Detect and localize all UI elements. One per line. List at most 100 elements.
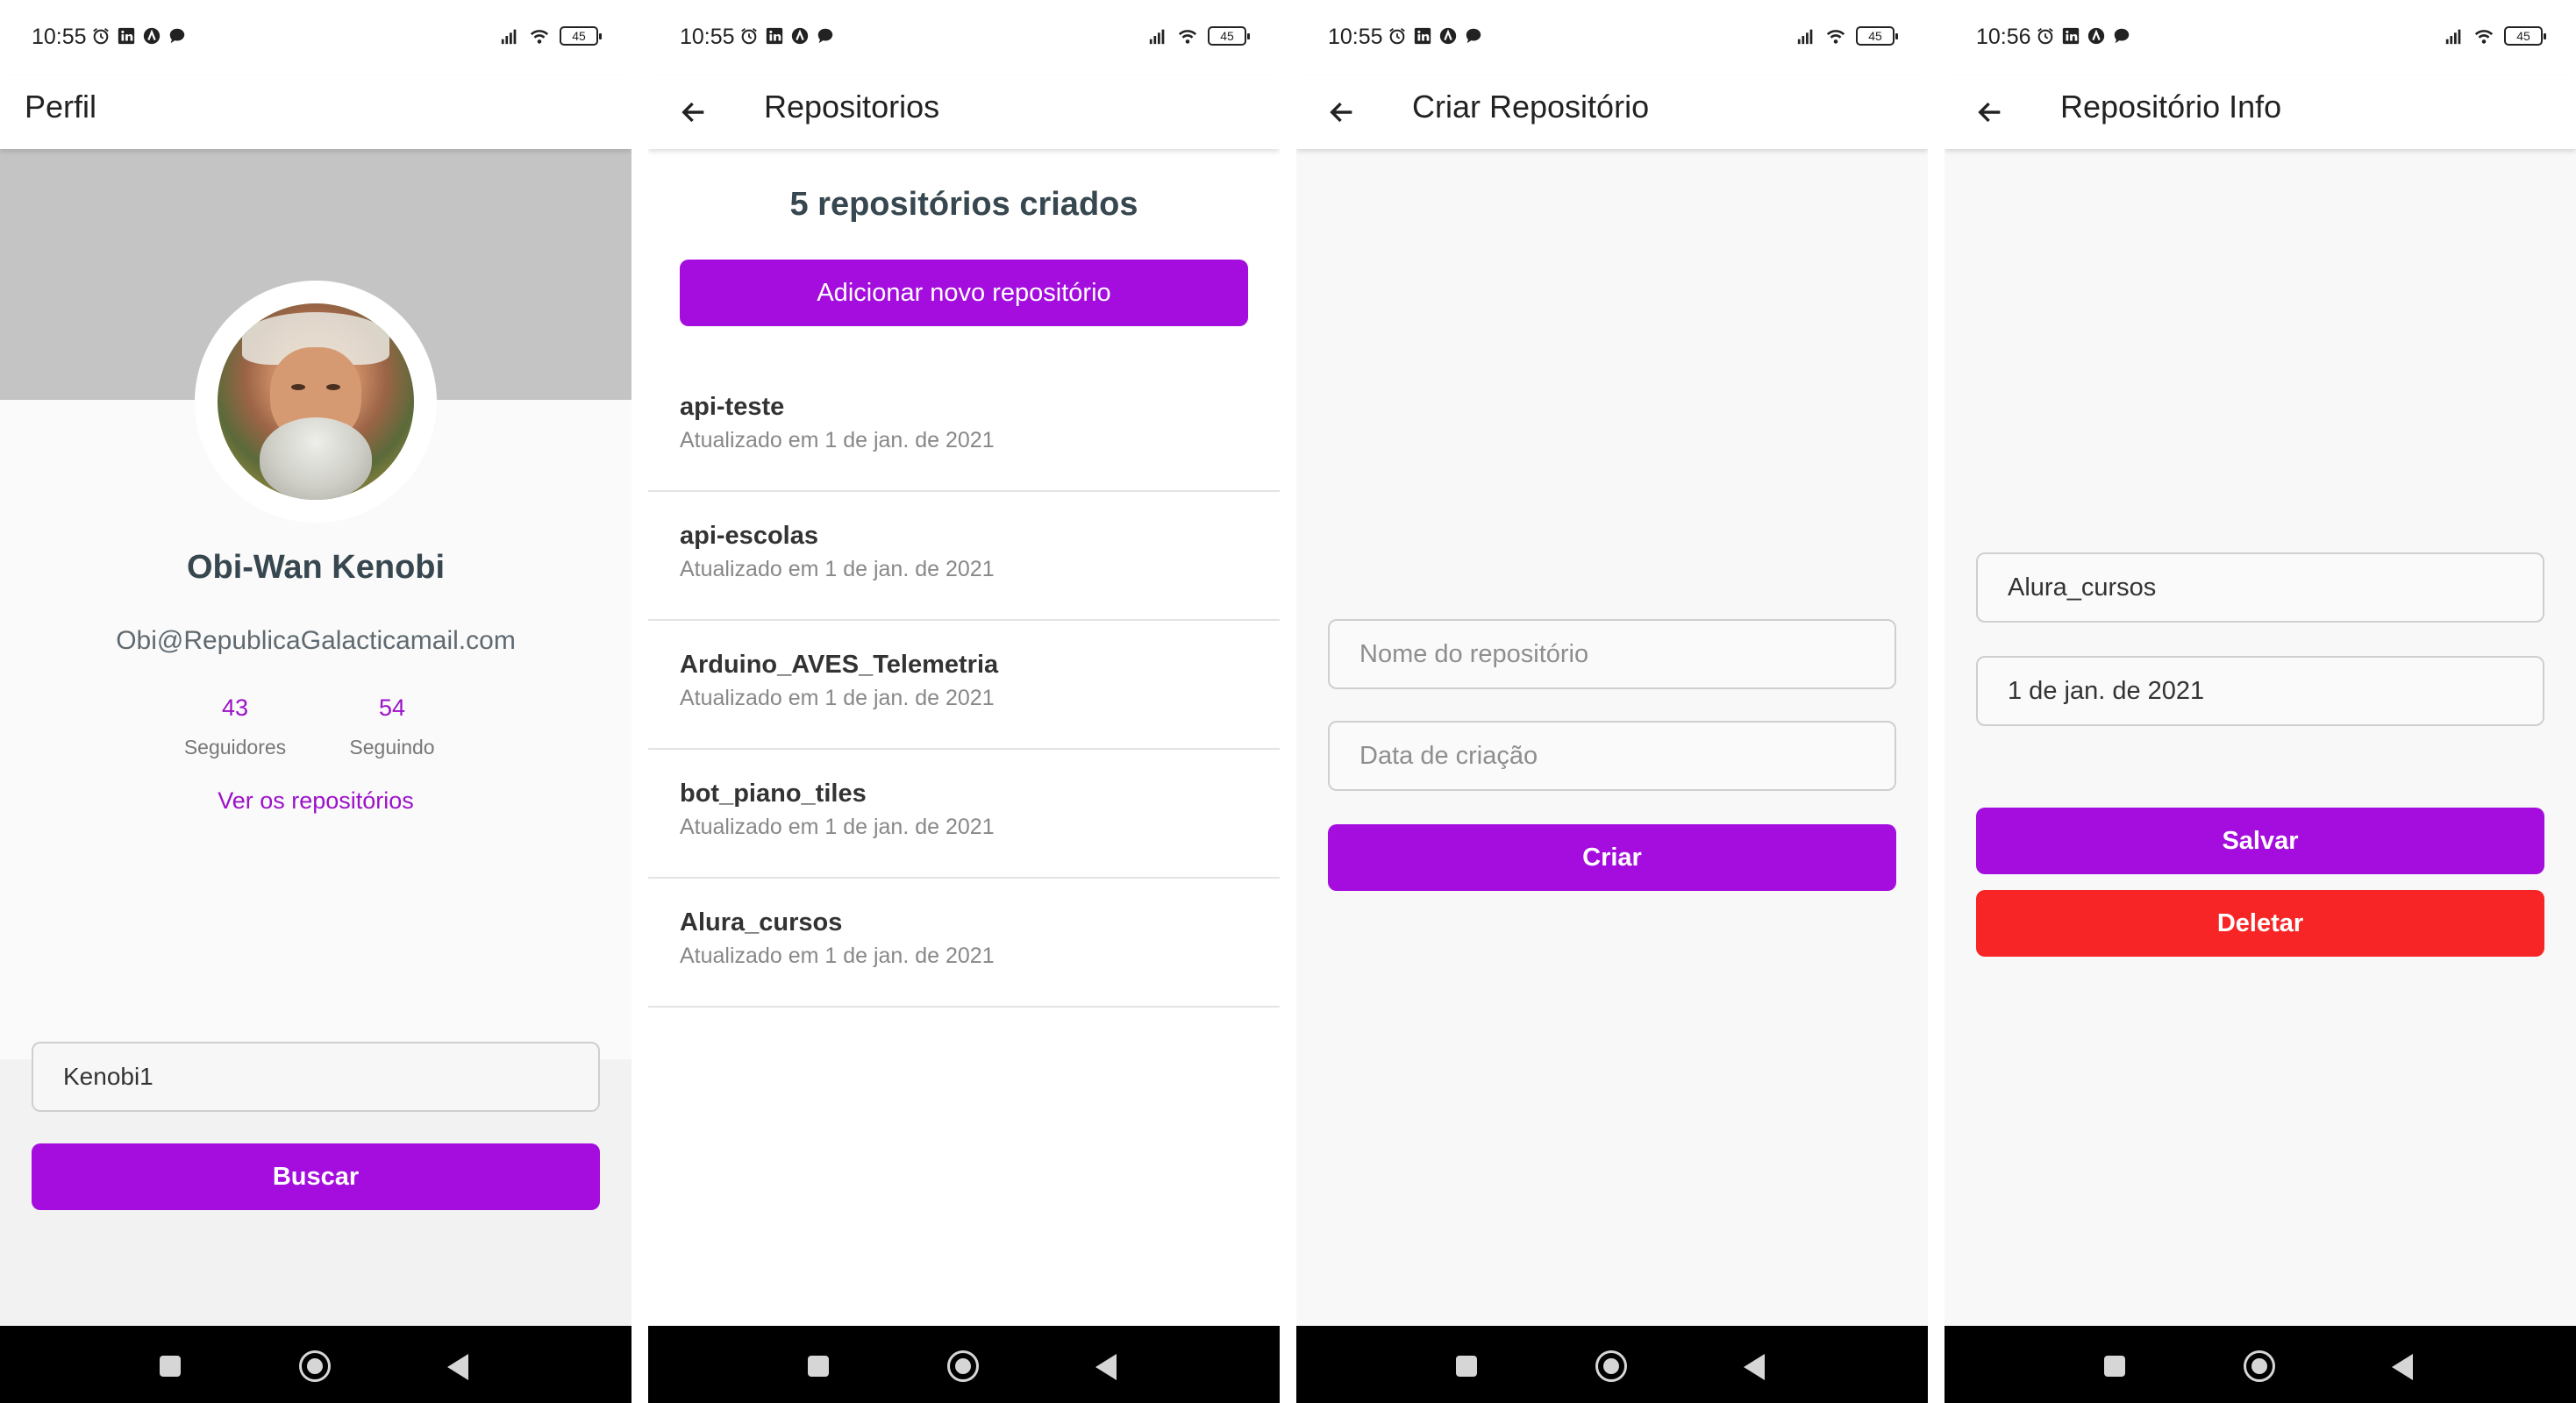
system-back-icon[interactable] [447, 1354, 468, 1380]
arrow-left-icon [681, 102, 704, 123]
add-repository-button[interactable]: Adicionar novo repositório [680, 260, 1248, 326]
list-item[interactable]: bot_piano_tiles Atualizado em 1 de jan. … [648, 750, 1280, 879]
app-icon [791, 27, 809, 45]
following-label: Seguindo [349, 736, 435, 758]
repo-name: Arduino_AVES_Telemetria [680, 651, 999, 679]
app-screens: 10:55 45 Perfil Obi-Wan Kenobi Obi@Repub… [0, 0, 2576, 1403]
followers-stat: 43 Seguidores [165, 694, 305, 759]
following-count: 54 [378, 694, 406, 721]
wifi-icon [2474, 30, 2494, 44]
status-time: 10:56 [1976, 25, 2031, 49]
system-nav-bar [1944, 1326, 2576, 1403]
linkedin-icon [766, 27, 783, 45]
creation-date-input[interactable] [1328, 721, 1896, 791]
search-button[interactable]: Buscar [32, 1143, 600, 1210]
back-button[interactable] [669, 88, 718, 137]
system-icons: 45 [2444, 26, 2546, 46]
chat-icon [817, 28, 833, 44]
avatar-frame [195, 281, 437, 523]
save-button[interactable]: Salvar [1976, 808, 2544, 874]
recent-apps-icon[interactable] [808, 1356, 829, 1377]
app-icon [143, 27, 161, 45]
repository-info-form: Salvar Deletar [1944, 149, 2576, 1326]
repo-name: api-escolas [680, 522, 818, 550]
status-time: 10:55 [680, 25, 735, 49]
followers-label: Seguidores [183, 736, 287, 758]
avatar-beard [260, 417, 372, 500]
system-back-icon[interactable] [1744, 1354, 1765, 1380]
system-back-icon[interactable] [1095, 1354, 1117, 1380]
avatar-eye-right [326, 384, 340, 390]
chat-icon [169, 28, 185, 44]
wifi-icon [530, 30, 549, 44]
system-nav-bar [648, 1326, 1280, 1403]
home-icon[interactable] [1595, 1350, 1627, 1382]
profile-email: Obi@RepublicaGalacticamail.com [116, 626, 516, 655]
status-bar: 10:55 45 [0, 0, 632, 75]
repository-list: api-teste Atualizado em 1 de jan. de 202… [648, 363, 1280, 1008]
app-bar: Repositório Info [1944, 75, 2576, 149]
linkedin-icon [118, 27, 135, 45]
notification-icons [739, 26, 835, 46]
home-icon[interactable] [947, 1350, 979, 1382]
create-repository-form: Criar [1296, 149, 1928, 1326]
status-time: 10:55 [32, 25, 87, 49]
repo-name: bot_piano_tiles [680, 780, 867, 808]
app-bar: Perfil [0, 75, 632, 149]
back-button[interactable] [1966, 88, 2015, 137]
app-bar: Repositorios [648, 75, 1280, 149]
repo-count-heading: 5 repositórios criados [789, 186, 1138, 223]
username-search-input[interactable] [32, 1042, 600, 1112]
system-icons: 45 [1148, 26, 1250, 46]
recent-apps-icon[interactable] [2104, 1356, 2125, 1377]
repository-name-input[interactable] [1976, 552, 2544, 623]
system-back-icon[interactable] [2392, 1354, 2413, 1380]
status-bar: 10:55 45 [648, 0, 1280, 75]
alarm-icon [1389, 28, 1405, 45]
battery-icon: 45 [560, 26, 602, 46]
back-button[interactable] [1317, 88, 1366, 137]
repositories-content: 5 repositórios criados Adicionar novo re… [648, 149, 1280, 1326]
signal-icon [2445, 29, 2461, 45]
status-time: 10:55 [1328, 25, 1383, 49]
profile-content: Obi-Wan Kenobi Obi@RepublicaGalacticamai… [0, 149, 632, 1326]
list-item[interactable]: Arduino_AVES_Telemetria Atualizado em 1 … [648, 621, 1280, 750]
linkedin-icon [2062, 27, 2080, 45]
notification-icons [91, 26, 187, 46]
page-title: Repositorios [764, 89, 940, 125]
arrow-left-icon [1330, 102, 1352, 123]
create-button[interactable]: Criar [1328, 824, 1896, 891]
profile-screen: 10:55 45 Perfil Obi-Wan Kenobi Obi@Repub… [0, 0, 632, 1403]
status-bar: 10:56 45 [1944, 0, 2576, 75]
system-nav-bar [0, 1326, 632, 1403]
creation-date-input[interactable] [1976, 656, 2544, 726]
alarm-icon [741, 28, 757, 45]
profile-name: Obi-Wan Kenobi [186, 549, 446, 586]
battery-icon: 45 [2504, 26, 2546, 46]
home-icon[interactable] [2244, 1350, 2275, 1382]
repo-updated: Atualizado em 1 de jan. de 2021 [680, 815, 995, 839]
followers-count: 43 [221, 694, 249, 721]
alarm-icon [93, 28, 109, 45]
delete-button[interactable]: Deletar [1976, 890, 2544, 957]
signal-icon [1149, 29, 1165, 45]
following-stat: 54 Seguindo [322, 694, 462, 759]
avatar [218, 303, 414, 500]
page-title: Perfil [25, 89, 97, 125]
repo-updated: Atualizado em 1 de jan. de 2021 [680, 428, 995, 452]
app-icon [2087, 27, 2105, 45]
list-item[interactable]: Alura_cursos Atualizado em 1 de jan. de … [648, 879, 1280, 1008]
recent-apps-icon[interactable] [160, 1356, 181, 1377]
repository-name-input[interactable] [1328, 619, 1896, 689]
page-title: Repositório Info [2060, 89, 2282, 125]
list-item[interactable]: api-escolas Atualizado em 1 de jan. de 2… [648, 492, 1280, 621]
repo-updated: Atualizado em 1 de jan. de 2021 [680, 686, 995, 710]
app-icon [1439, 27, 1457, 45]
repo-updated: Atualizado em 1 de jan. de 2021 [680, 944, 995, 968]
home-icon[interactable] [299, 1350, 331, 1382]
list-item[interactable]: api-teste Atualizado em 1 de jan. de 202… [648, 363, 1280, 492]
system-icons: 45 [500, 26, 602, 46]
recent-apps-icon[interactable] [1456, 1356, 1477, 1377]
view-repos-link[interactable]: Ver os repositórios [0, 787, 632, 815]
app-bar: Criar Repositório [1296, 75, 1928, 149]
